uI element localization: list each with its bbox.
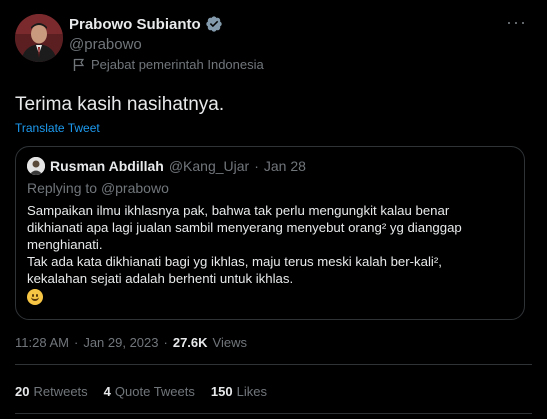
views-count: 27.6K <box>172 335 208 350</box>
meta-separator: · <box>163 335 168 350</box>
smile-emoji-icon <box>27 289 43 305</box>
quote-line: kekalahan sejati adalah berhenti untuk i… <box>27 271 294 286</box>
quote-tweet[interactable]: Rusman Abdillah @Kang_Ujar · Jan 28 Repl… <box>15 146 525 320</box>
likes-count: 150 <box>210 384 233 399</box>
flag-icon <box>73 58 85 72</box>
more-icon[interactable]: ··· <box>506 13 527 31</box>
divider <box>15 364 532 365</box>
quote-author-handle: @Kang_Ujar <box>168 158 250 174</box>
likes-label: Likes <box>236 384 267 399</box>
engagement-stats: 20 Retweets 4 Quote Tweets 150 Likes <box>15 384 267 399</box>
quote-emoji-line <box>27 287 517 309</box>
author-avatar[interactable] <box>15 14 63 62</box>
retweets-link[interactable]: 20 Retweets <box>15 384 88 399</box>
quote-author-name: Rusman Abdillah <box>50 158 164 174</box>
views-label: Views <box>212 335 247 350</box>
quote-header: Rusman Abdillah @Kang_Ujar · Jan 28 <box>27 157 306 175</box>
affiliation-label: Pejabat pemerintah Indonesia <box>73 57 264 72</box>
quote-line: menghianati. <box>27 237 103 252</box>
quote-tweets-link[interactable]: 4 Quote Tweets <box>104 384 195 399</box>
verified-icon <box>205 15 223 33</box>
divider <box>15 413 532 414</box>
translate-tweet-link[interactable]: Translate Tweet <box>15 121 100 135</box>
retweets-count: 20 <box>15 384 30 399</box>
quote-line: Tak ada kata dikhianati bagi yg ikhlas, … <box>27 254 442 269</box>
quote-tweets-label: Quote Tweets <box>114 384 195 399</box>
tweet-time[interactable]: 11:28 AM <box>15 335 69 350</box>
quote-separator: · <box>254 158 259 174</box>
quote-line: Sampaikan ilmu ikhlasnya pak, bahwa tak … <box>27 203 450 218</box>
affiliation-text[interactable]: Pejabat pemerintah Indonesia <box>91 57 264 72</box>
tweet: Prabowo Subianto @prabowo Pejabat pemeri… <box>0 0 547 419</box>
replying-handle[interactable]: @prabowo <box>101 180 169 196</box>
tweet-meta: 11:28 AM · Jan 29, 2023 · 27.6K Views <box>15 335 247 350</box>
quote-avatar <box>27 157 45 175</box>
retweets-label: Retweets <box>33 384 88 399</box>
author-display-name[interactable]: Prabowo Subianto <box>69 16 201 33</box>
quote-line: dikhianati apa lagi jualan sambil menyer… <box>27 220 462 235</box>
author-name-row: Prabowo Subianto <box>69 15 223 33</box>
quote-body: Sampaikan ilmu ikhlasnya pak, bahwa tak … <box>27 202 517 309</box>
tweet-text: Terima kasih nasihatnya. <box>15 94 225 115</box>
replying-prefix: Replying to <box>27 180 101 196</box>
author-handle[interactable]: @prabowo <box>69 36 142 53</box>
likes-link[interactable]: 150 Likes <box>211 384 267 399</box>
quote-replying-to: Replying to @prabowo <box>27 180 169 196</box>
meta-separator: · <box>73 335 79 350</box>
quote-date: Jan 28 <box>263 158 306 174</box>
quote-tweets-count: 4 <box>103 384 111 399</box>
tweet-date[interactable]: Jan 29, 2023 <box>83 335 158 350</box>
